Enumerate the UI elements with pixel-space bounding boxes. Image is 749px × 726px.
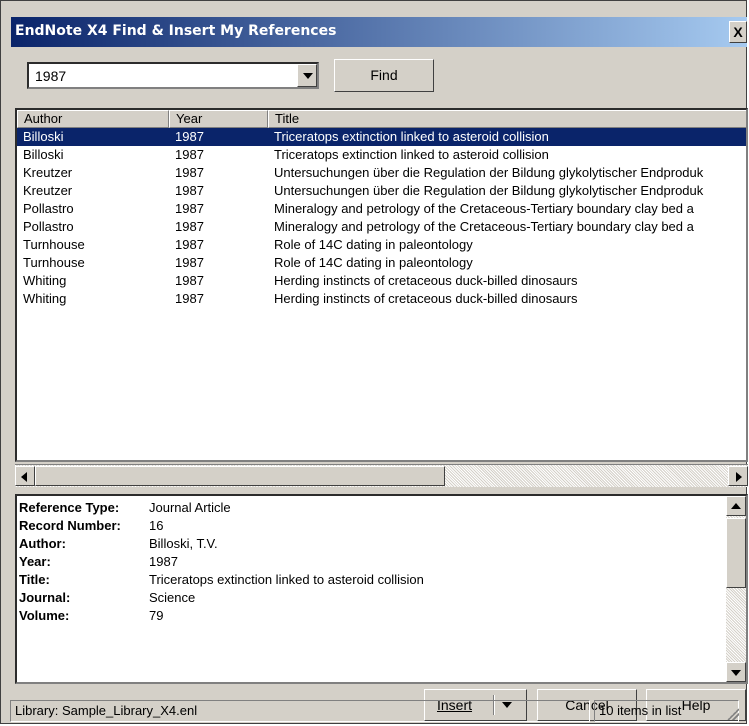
detail-value: 16 [149, 518, 164, 533]
status-count: 10 items in list [594, 700, 739, 722]
search-combo[interactable]: 1987 [27, 62, 319, 89]
year-cell: 1987 [175, 291, 204, 306]
author-cell: Whiting [23, 291, 67, 306]
author-cell: Kreutzer [23, 183, 73, 198]
table-row[interactable]: Kreutzer 1987 Untersuchungen über die Regu… [17, 164, 746, 182]
status-library: Library: Sample_Library_X4.enl [10, 700, 590, 722]
reference-preview: Reference Type: Journal Article Record Num… [15, 494, 748, 684]
table-row[interactable]: Turnhouse 1987 Role of 14C dating in paleo… [17, 236, 746, 254]
close-button[interactable]: X [729, 21, 747, 43]
title-cell: Role of 14C dating in paleontology [274, 237, 473, 252]
detail-label: Journal: [19, 590, 71, 605]
detail-value: 79 [149, 608, 164, 623]
table-row[interactable]: Whiting 1987 Herding instincts of cretaceo… [17, 272, 746, 290]
chevron-down-icon[interactable] [297, 64, 317, 87]
table-row[interactable]: Kreutzer 1987 Untersuchungen über die Regu… [17, 182, 746, 200]
window-title: EndNote X4 Find & Insert My References [15, 23, 337, 39]
table-row[interactable]: Billoski 1987 Triceratops extinction linke… [17, 128, 746, 146]
search-input[interactable]: 1987 [35, 68, 66, 84]
year-cell: 1987 [175, 129, 204, 144]
author-cell: Kreutzer [23, 165, 73, 180]
resize-grip-icon[interactable] [727, 708, 739, 720]
vertical-scroll-thumb[interactable] [726, 518, 746, 588]
author-cell: Turnhouse [23, 255, 85, 270]
detail-label: Title: [19, 572, 50, 587]
author-cell: Billoski [23, 129, 64, 144]
detail-label: Author: [19, 536, 66, 551]
detail-value: Triceratops extinction linked to asteroi… [149, 572, 424, 587]
scroll-down-icon[interactable] [726, 662, 746, 682]
table-row[interactable]: Billoski 1987 Triceratops extinction linke… [17, 146, 746, 164]
detail-label: Volume: [19, 608, 70, 623]
title-cell: Triceratops extinction linked to asteroi… [274, 129, 549, 144]
year-cell: 1987 [175, 183, 204, 198]
author-cell: Billoski [23, 147, 64, 162]
title-cell: Untersuchungen über die Regulation der B… [274, 165, 704, 180]
title-cell: Untersuchungen über die Regulation der B… [274, 183, 704, 198]
references-list[interactable]: Author Year Title Billoski 1987 Triceratop… [15, 108, 748, 462]
table-row[interactable]: Turnhouse 1987 Role of 14C dating in paleo… [17, 254, 746, 272]
title-cell: Triceratops extinction linked to asteroi… [274, 147, 549, 162]
horizontal-scroll-thumb[interactable] [35, 466, 445, 486]
year-cell: 1987 [175, 147, 204, 162]
title-cell: Mineralogy and petrology of the Cretaceo… [274, 201, 694, 216]
author-cell: Pollastro [23, 201, 74, 216]
title-cell: Herding instincts of cretaceous duck-bil… [274, 273, 578, 288]
detail-value: Journal Article [149, 500, 231, 515]
author-cell: Whiting [23, 273, 67, 288]
horizontal-scrollbar[interactable] [15, 464, 748, 487]
find-insert-dialog: EndNote X4 Find & Insert My References X… [0, 0, 748, 724]
scroll-up-icon[interactable] [726, 496, 746, 516]
year-cell: 1987 [175, 219, 204, 234]
table-row[interactable]: Pollastro 1987 Mineralogy and petrology of… [17, 200, 746, 218]
detail-label: Reference Type: [19, 500, 120, 515]
year-cell: 1987 [175, 237, 204, 252]
detail-label: Record Number: [19, 518, 121, 533]
find-button[interactable]: Find [334, 59, 434, 92]
title-cell: Role of 14C dating in paleontology [274, 255, 473, 270]
year-cell: 1987 [175, 255, 204, 270]
column-header-year[interactable]: Year [169, 110, 268, 128]
author-cell: Turnhouse [23, 237, 85, 252]
detail-value: Billoski, T.V. [149, 536, 218, 551]
column-header-author[interactable]: Author [17, 110, 169, 128]
detail-label: Year: [19, 554, 51, 569]
year-cell: 1987 [175, 201, 204, 216]
detail-value: 1987 [149, 554, 178, 569]
author-cell: Pollastro [23, 219, 74, 234]
scroll-left-icon[interactable] [15, 466, 35, 486]
table-row[interactable]: Pollastro 1987 Mineralogy and petrology of… [17, 218, 746, 236]
title-cell: Herding instincts of cretaceous duck-bil… [274, 291, 578, 306]
vertical-scrollbar[interactable] [726, 496, 746, 682]
year-cell: 1987 [175, 165, 204, 180]
scroll-right-icon[interactable] [728, 466, 748, 486]
title-cell: Mineralogy and petrology of the Cretaceo… [274, 219, 694, 234]
detail-value: Science [149, 590, 196, 605]
title-bar: EndNote X4 Find & Insert My References X [11, 17, 747, 47]
table-row[interactable]: Whiting 1987 Herding instincts of cretaceo… [17, 290, 746, 308]
year-cell: 1987 [175, 273, 204, 288]
column-header-title[interactable]: Title [268, 110, 746, 128]
